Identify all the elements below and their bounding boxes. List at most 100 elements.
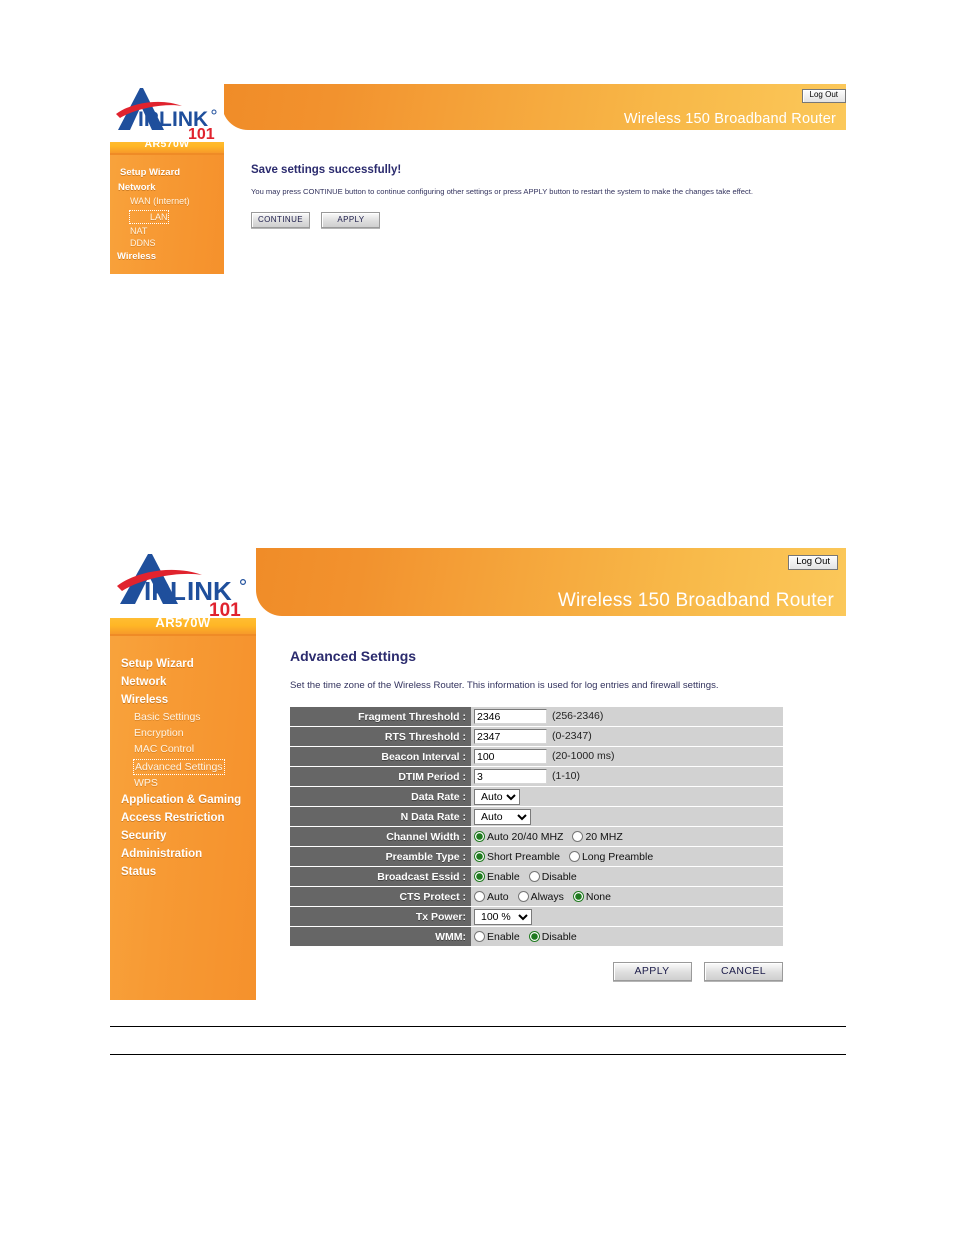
wmm-radio[interactable] [528,931,540,943]
sidebar-item-wps[interactable]: WPS [110,775,256,791]
sidebar-save: AR570W Setup Wizard Network WAN (Interne… [110,136,224,274]
cts-protect-radio[interactable] [572,891,584,903]
sidebar-item-wireless[interactable]: Wireless [110,249,224,264]
rts-threshold-input[interactable] [474,729,547,744]
broadcast-essid-radio[interactable] [474,871,485,883]
apply-button-save[interactable]: APPLY [321,212,381,229]
channel-width-option-label[interactable]: Auto 20/40 MHZ [487,831,563,843]
cts-protect-option-label[interactable]: Always [531,891,564,903]
apply-button[interactable]: APPLY [612,962,692,981]
channel-width-radio[interactable] [572,831,584,843]
value-n-data-rate: Auto [471,807,783,826]
page-title-save: Save settings successfully! [251,164,402,176]
dtim-period-input[interactable] [474,769,547,784]
svg-text:IRL: IRL [144,576,186,606]
value-data-rate: Auto [471,787,783,806]
preamble-type-option[interactable]: Long Preamble [568,851,653,863]
sidebar-item-advanced-settings[interactable]: Advanced Settings [133,759,225,775]
sidebar-item-security[interactable]: Security [110,827,256,845]
cts-protect-option-label[interactable]: None [586,891,611,903]
settings-row: Broadcast Essid : Enable Disable [290,867,783,886]
logout-button-save[interactable]: Log Out [801,89,846,103]
broadcast-essid-option-label[interactable]: Enable [487,871,520,883]
router-panel-advanced-settings: Wireless 150 Broadband Router Log Out IR… [110,548,846,1000]
fragment-threshold-input[interactable] [474,709,547,724]
cts-protect-option[interactable]: None [572,891,611,903]
preamble-type-option-label[interactable]: Long Preamble [582,851,653,863]
n-data-rate-select[interactable]: Auto [474,808,531,825]
wmm-option-label[interactable]: Enable [487,931,520,943]
label-cts-protect: CTS Protect : [290,887,471,906]
cts-protect-option[interactable]: Always [517,891,564,903]
button-row-advanced: APPLY CANCEL [290,961,783,981]
cts-protect-radio[interactable] [474,891,485,903]
sidebar-item-lan[interactable]: LAN [129,210,169,224]
channel-width-option-label[interactable]: 20 MHZ [585,831,622,843]
broadcast-essid-radio[interactable] [528,871,540,883]
sidebar-item-network[interactable]: Network [110,180,224,195]
label-beacon-interval: Beacon Interval : [290,747,471,766]
sidebar-item-ddns[interactable]: DDNS [110,237,224,249]
value-dtim-period: (1-10) [471,767,783,786]
beacon-interval-range-hint: (20-1000 ms) [552,750,615,763]
value-cts-protect: Auto Always None [471,887,783,906]
page-description-save: You may press CONTINUE button to continu… [251,187,754,196]
settings-row: Channel Width : Auto 20/40 MHZ 20 MHZ [290,827,783,846]
preamble-type-option[interactable]: Short Preamble [474,851,560,863]
airlink-logo-save: IRL INK 101 [110,84,224,142]
dtim-period-range-hint: (1-10) [552,770,581,783]
label-fragment-threshold: Fragment Threshold : [290,707,471,726]
value-rts-threshold: (0-2347) [471,727,783,746]
page-description-advanced: Set the time zone of the Wireless Router… [290,680,719,691]
logout-button-advanced[interactable]: Log Out [788,555,838,571]
broadcast-essid-option[interactable]: Disable [528,871,577,883]
wmm-option-label[interactable]: Disable [542,931,577,943]
label-broadcast-essid: Broadcast Essid : [290,867,471,886]
rts-threshold-range-hint: (0-2347) [552,730,592,743]
cts-protect-radio[interactable] [517,891,529,903]
cts-protect-option-label[interactable]: Auto [487,891,509,903]
wmm-radio[interactable] [474,931,485,943]
wmm-option[interactable]: Enable [474,931,520,943]
cts-protect-option[interactable]: Auto [474,891,509,903]
sidebar-item-mac-control[interactable]: MAC Control [110,741,256,757]
value-channel-width: Auto 20/40 MHZ 20 MHZ [471,827,783,846]
settings-row: DTIM Period : (1-10) [290,767,783,786]
label-dtim-period: DTIM Period : [290,767,471,786]
router-panel-save-settings: Wireless 150 Broadband Router Log Out IR… [110,84,846,274]
button-row-save: CONTINUE APPLY [251,209,841,229]
tx-power-select[interactable]: 100 % [474,908,532,925]
nav-save: Setup Wizard Network WAN (Internet) LAN … [110,155,224,264]
sidebar-item-status[interactable]: Status [110,863,256,881]
product-title-save: Wireless 150 Broadband Router [623,111,836,127]
cancel-button[interactable]: CANCEL [704,962,783,981]
sidebar-item-setup-wizard[interactable]: Setup Wizard [110,655,256,673]
sidebar-item-access-restriction[interactable]: Access Restriction [110,809,256,827]
sidebar-item-application-gaming[interactable]: Application & Gaming [110,791,256,809]
sidebar-item-encryption[interactable]: Encryption [110,725,256,741]
data-rate-select[interactable]: Auto [474,788,520,805]
preamble-type-radio[interactable] [568,851,580,863]
value-tx-power: 100 % [471,907,783,926]
sidebar-item-wireless[interactable]: Wireless [110,691,256,709]
broadcast-essid-option-label[interactable]: Disable [542,871,577,883]
channel-width-radio[interactable] [474,831,485,843]
channel-width-option[interactable]: Auto 20/40 MHZ [474,831,563,843]
value-beacon-interval: (20-1000 ms) [471,747,783,766]
sidebar-item-administration[interactable]: Administration [110,845,256,863]
settings-row: N Data Rate : Auto [290,807,783,826]
sidebar-item-nat[interactable]: NAT [110,225,224,237]
sidebar-item-wan-internet[interactable]: WAN (Internet) [110,195,224,207]
preamble-type-option-label[interactable]: Short Preamble [487,851,560,863]
sidebar-item-setup-wizard[interactable]: Setup Wizard [110,165,224,180]
sidebar-item-network[interactable]: Network [110,673,256,691]
channel-width-option[interactable]: 20 MHZ [572,831,623,843]
continue-button[interactable]: CONTINUE [251,212,310,229]
broadcast-essid-option[interactable]: Enable [474,871,520,883]
sidebar-item-basic-settings[interactable]: Basic Settings [110,709,256,725]
fragment-threshold-range-hint: (256-2346) [552,710,604,723]
wmm-option[interactable]: Disable [528,931,577,943]
preamble-type-radio[interactable] [474,851,485,863]
svg-text:101: 101 [188,126,215,142]
beacon-interval-input[interactable] [474,749,547,764]
